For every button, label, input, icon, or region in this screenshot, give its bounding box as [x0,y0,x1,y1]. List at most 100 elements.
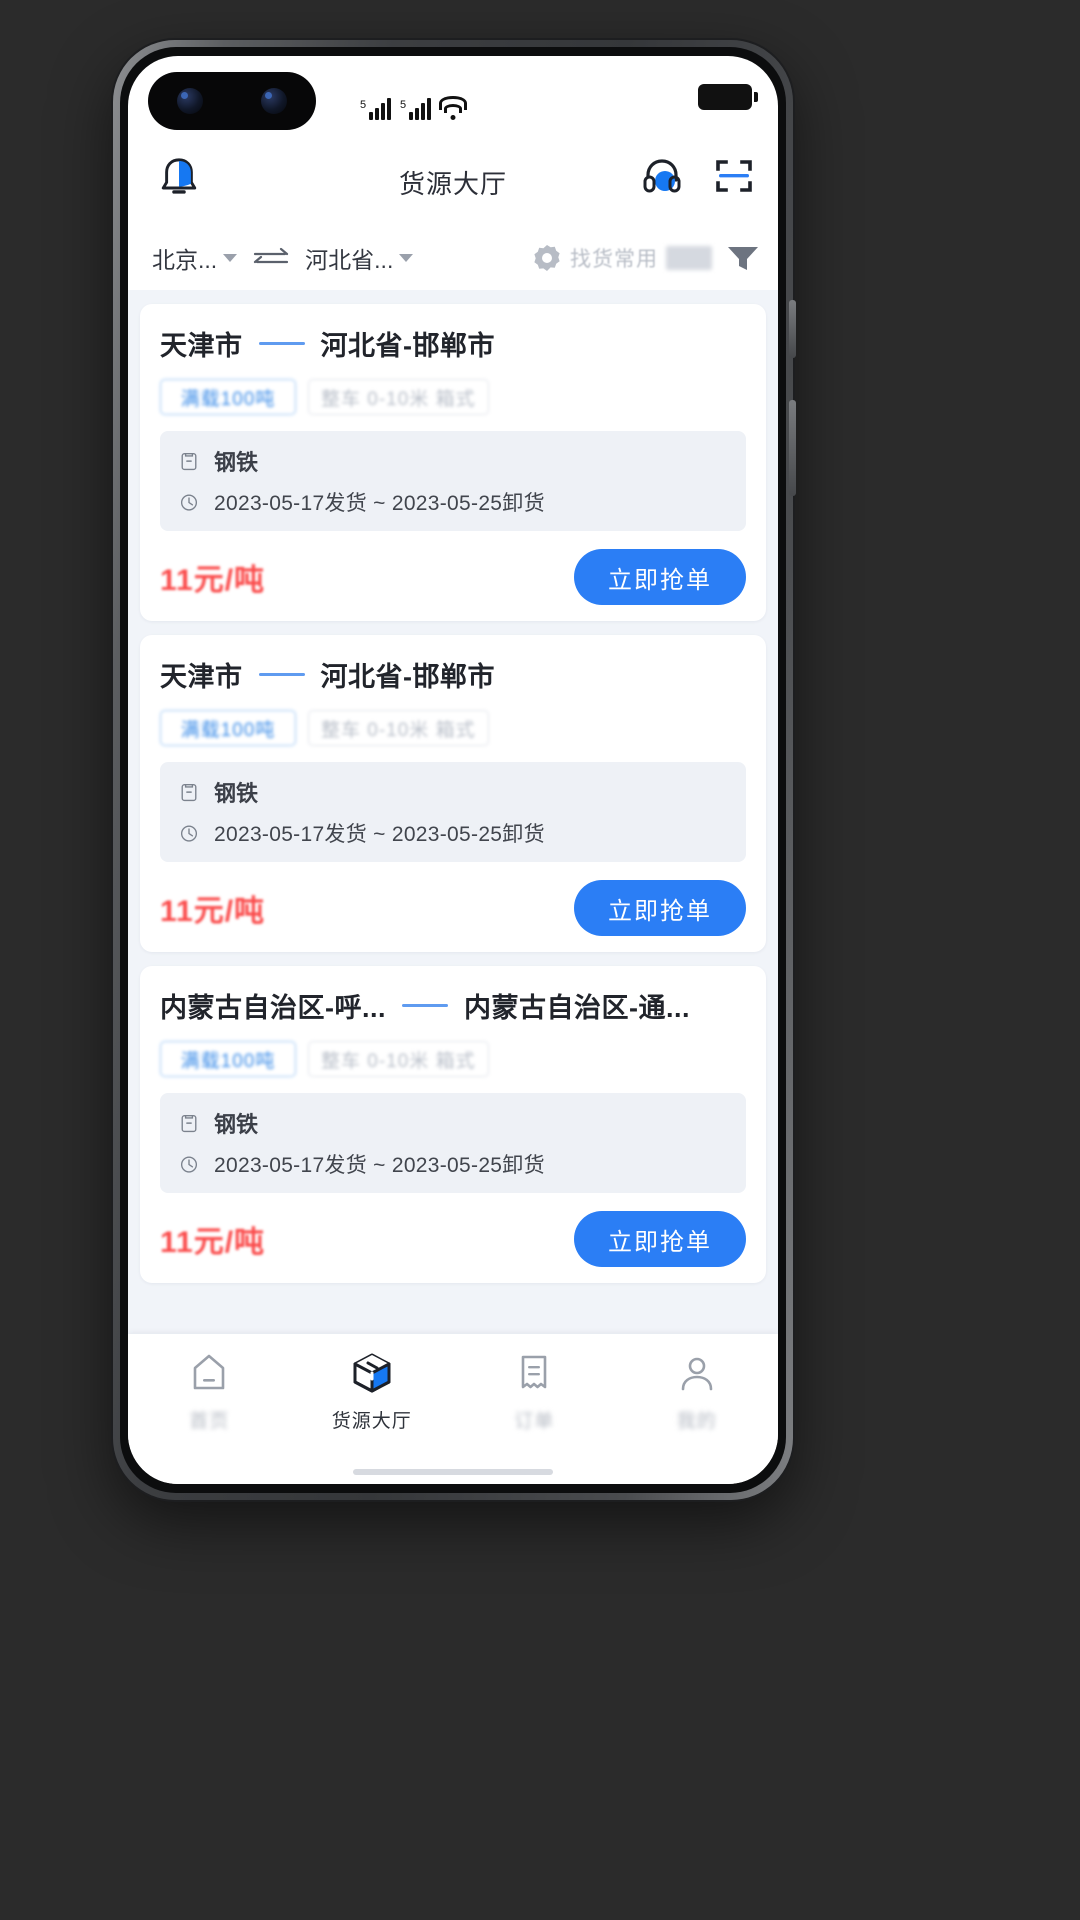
phone-screen: 5 5 货源大厅 北京... 河北省... 找货常用 天津市 河北省-邯郸市 满… [128,56,778,1484]
origin-selector[interactable]: 北京... [152,241,238,275]
grab-order-button[interactable]: 立即抢单 [574,549,746,605]
battery-icon [698,84,758,110]
tag-row: 满载100吨 整车 0-10米 箱式 [160,379,746,415]
destination-city: 河北省-邯郸市 [320,662,495,692]
app-header: 货源大厅 [128,146,778,218]
tab-item-home[interactable]: 首页 [128,1350,291,1433]
cargo-feed-list[interactable]: 天津市 河北省-邯郸市 满载100吨 整车 0-10米 箱式 钢铁 2023-05-17发… [128,290,778,1350]
package-icon [176,779,202,805]
route-line-icon [258,673,305,676]
tab-item-receipt[interactable]: 订单 [453,1350,616,1433]
person-icon [674,1350,720,1396]
chevron-down-icon [399,254,414,262]
cargo-detail-box: 钢铁 2023-05-17发货 ~ 2023-05-25卸货 [160,1093,746,1193]
headset-icon[interactable] [638,152,686,200]
cargo-detail-box: 钢铁 2023-05-17发货 ~ 2023-05-25卸货 [160,762,746,862]
redacted-block [666,246,712,270]
tab-item-cube-box[interactable]: 货源大厅 [291,1350,454,1433]
power-button[interactable] [789,400,796,496]
common-search-button[interactable]: 找货常用 [532,243,712,273]
camera-lens-icon [177,88,203,114]
common-search-label: 找货常用 [570,248,658,271]
cargo-name-row: 钢铁 [176,1107,730,1139]
cargo-schedule-row: 2023-05-17发货 ~ 2023-05-25卸货 [176,818,730,848]
grab-order-button[interactable]: 立即抢单 [574,1211,746,1267]
cargo-schedule: 2023-05-17发货 ~ 2023-05-25卸货 [214,1154,545,1177]
route-line-icon [402,1004,448,1007]
scan-qr-icon[interactable] [710,152,758,200]
status-indicators: 5 5 [360,78,467,120]
tab-item-person[interactable]: 我的 [616,1350,779,1433]
cargo-schedule-row: 2023-05-17发货 ~ 2023-05-25卸货 [176,487,730,517]
signal-sup-label: 5 [360,99,367,111]
package-icon [176,448,202,474]
front-camera-cutout [148,72,316,130]
cargo-name: 钢铁 [214,1112,259,1137]
filter-funnel-icon[interactable] [726,243,760,273]
cargo-name: 钢铁 [214,450,259,475]
card-footer: 11元/吨 立即抢单 [160,549,746,605]
route-row: 天津市 河北省-邯郸市 [160,324,746,363]
price-label: 11元/吨 [160,895,266,928]
cargo-tag: 整车 0-10米 箱式 [308,710,489,746]
cellular-signal-icon: 5 [360,98,391,120]
cargo-tag: 满载100吨 [160,710,296,746]
price-label: 11元/吨 [160,1226,266,1259]
cargo-tag: 整车 0-10米 箱式 [308,379,489,415]
filter-bar: 北京... 河北省... 找货常用 [128,226,778,290]
origin-city: 内蒙古自治区-呼... [160,993,386,1023]
cargo-card[interactable]: 天津市 河北省-邯郸市 满载100吨 整车 0-10米 箱式 钢铁 2023-05-17发… [140,635,766,952]
origin-city: 天津市 [160,662,243,692]
tab-label: 首页 [189,1411,230,1432]
cargo-schedule: 2023-05-17发货 ~ 2023-05-25卸货 [214,823,545,846]
clock-icon [176,820,202,846]
cube-box-icon [349,1350,395,1396]
tab-label: 我的 [676,1411,717,1432]
destination-city: 河北省-邯郸市 [320,331,495,361]
cargo-tag: 满载100吨 [160,379,296,415]
signal-sup-label-2: 5 [400,99,407,111]
filter-right-actions: 找货常用 [532,243,778,273]
destination-selector[interactable]: 河北省... [305,241,414,275]
header-actions [638,152,758,200]
cargo-name-row: 钢铁 [176,445,730,477]
clock-icon [176,1151,202,1177]
home-icon [186,1350,232,1396]
wifi-icon [439,96,467,120]
cargo-tag: 满载100吨 [160,1041,296,1077]
tag-row: 满载100吨 整车 0-10米 箱式 [160,1041,746,1077]
home-indicator [353,1469,553,1475]
card-footer: 11元/吨 立即抢单 [160,880,746,936]
route-line-icon [258,342,305,345]
tab-label: 订单 [514,1411,555,1432]
route-row: 内蒙古自治区-呼... 内蒙古自治区-通... [160,986,746,1025]
tag-row: 满载100吨 整车 0-10米 箱式 [160,710,746,746]
camera-lens-icon [261,88,287,114]
cellular-signal-icon-2: 5 [400,98,431,120]
origin-city: 天津市 [160,331,243,361]
route-row: 天津市 河北省-邯郸市 [160,655,746,694]
cargo-schedule-row: 2023-05-17发货 ~ 2023-05-25卸货 [176,1149,730,1179]
cargo-tag: 整车 0-10米 箱式 [308,1041,489,1077]
clock-icon [176,489,202,515]
receipt-icon [511,1350,557,1396]
cargo-card[interactable]: 天津市 河北省-邯郸市 满载100吨 整车 0-10米 箱式 钢铁 2023-05-17发… [140,304,766,621]
swap-arrows-icon[interactable] [251,245,291,271]
origin-label: 北京... [152,247,218,273]
grab-order-button[interactable]: 立即抢单 [574,880,746,936]
cargo-schedule: 2023-05-17发货 ~ 2023-05-25卸货 [214,492,545,515]
destination-label: 河北省... [305,247,394,273]
tab-label: 货源大厅 [331,1411,412,1432]
status-bar: 5 5 [128,56,778,142]
cargo-card[interactable]: 内蒙古自治区-呼... 内蒙古自治区-通... 满载100吨 整车 0-10米 箱式钢… [140,966,766,1283]
chevron-down-icon [223,254,238,262]
volume-button[interactable] [789,300,796,358]
bottom-tab-bar: 首页 货源大厅 订单 我的 [128,1334,778,1484]
cargo-detail-box: 钢铁 2023-05-17发货 ~ 2023-05-25卸货 [160,431,746,531]
package-icon [176,1110,202,1136]
price-label: 11元/吨 [160,564,266,597]
gear-icon [532,243,562,273]
cargo-name-row: 钢铁 [176,776,730,808]
destination-city: 内蒙古自治区-通... [464,993,690,1023]
cargo-name: 钢铁 [214,781,259,806]
